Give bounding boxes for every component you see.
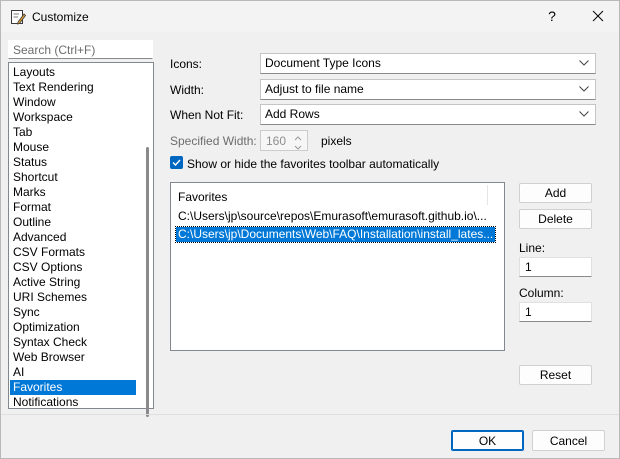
line-input[interactable] [519, 257, 592, 277]
category-item[interactable]: AI [10, 365, 136, 380]
category-item[interactable]: URI Schemes [10, 290, 136, 305]
when-not-fit-label: When Not Fit: [170, 108, 244, 122]
chevron-down-icon [579, 86, 589, 92]
when-not-fit-dropdown[interactable]: Add Rows [260, 104, 596, 125]
category-item[interactable]: Sync [10, 305, 136, 320]
category-item[interactable]: Optimization [10, 320, 136, 335]
cancel-button[interactable]: Cancel [532, 430, 605, 451]
window-title: Customize [32, 10, 89, 24]
category-item[interactable]: Favorites [10, 380, 136, 395]
when-not-fit-dropdown-value: Add Rows [265, 107, 320, 121]
add-button[interactable]: Add [519, 183, 592, 203]
icons-dropdown-value: Document Type Icons [265, 56, 381, 70]
category-item[interactable]: Format [10, 200, 136, 215]
category-item[interactable]: Notifications [10, 395, 136, 410]
category-item[interactable]: Tab [10, 125, 136, 140]
spin-up-button[interactable] [291, 132, 305, 141]
pixels-label: pixels [321, 134, 352, 148]
favorites-list[interactable]: Favorites C:\Users\jp\source\repos\Emura… [170, 182, 505, 351]
auto-toolbar-label[interactable]: Show or hide the favorites toolbar autom… [187, 157, 439, 171]
list-scrollbar-thumb[interactable] [146, 147, 149, 417]
specified-width-input[interactable] [261, 131, 289, 150]
category-item[interactable]: CSV Formats [10, 245, 136, 260]
category-item[interactable]: Workspace [10, 110, 136, 125]
category-item[interactable]: Syntax Check [10, 335, 136, 350]
customize-dialog: Customize ? LayoutsText RenderingWindowW… [0, 0, 620, 459]
category-item[interactable]: Web Browser [10, 350, 136, 365]
favorite-row-selected[interactable]: C:\Users\jp\Documents\Web\FAQ\Installati… [174, 226, 497, 243]
reset-button[interactable]: Reset [519, 365, 592, 385]
close-button[interactable] [579, 1, 619, 32]
chevron-down-icon [579, 60, 589, 66]
document-pen-icon [10, 9, 27, 25]
column-input[interactable] [519, 302, 592, 322]
spin-down-button[interactable] [291, 141, 305, 150]
category-item[interactable]: Window [10, 95, 136, 110]
footer-divider [1, 414, 619, 415]
category-item[interactable]: Marks [10, 185, 136, 200]
specified-width-label: Specified Width: [170, 134, 257, 148]
delete-button[interactable]: Delete [519, 209, 592, 229]
caret-down-icon [294, 145, 302, 150]
category-list[interactable]: Layouts Text Rendering Window Workspace Tab M… [8, 62, 154, 417]
search-input[interactable] [8, 40, 153, 59]
width-label: Width: [170, 83, 205, 97]
category-item[interactable]: Active String [10, 275, 136, 290]
width-dropdown[interactable]: Adjust to file name [260, 79, 596, 100]
help-button[interactable]: ? [539, 1, 565, 32]
chevron-down-icon [579, 111, 589, 117]
checkmark-icon [172, 159, 181, 167]
category-item[interactable]: Text Rendering [10, 80, 136, 95]
category-item[interactable]: Outline [10, 215, 136, 230]
category-item[interactable]: Shortcut [10, 170, 136, 185]
close-icon [592, 10, 604, 22]
icons-dropdown[interactable]: Document Type Icons [260, 53, 596, 74]
category-item[interactable]: Status [10, 155, 136, 170]
icons-label: Icons: [170, 57, 203, 71]
category-item[interactable]: Mouse [10, 140, 136, 155]
column-label: Column: [519, 286, 564, 300]
favorite-row[interactable]: C:\Users\jp\source\repos\Emurasoft\emura… [176, 209, 489, 224]
favorites-column-header[interactable]: Favorites [178, 190, 227, 204]
title-bar[interactable]: Customize ? [1, 1, 619, 32]
specified-width-spinner[interactable] [260, 130, 308, 151]
column-divider[interactable] [487, 185, 488, 205]
category-item[interactable]: Advanced [10, 230, 136, 245]
line-label: Line: [519, 241, 546, 255]
auto-toolbar-checkbox[interactable] [170, 156, 183, 169]
width-dropdown-value: Adjust to file name [265, 82, 364, 96]
category-item[interactable]: Layouts [10, 65, 136, 80]
ok-button[interactable]: OK [451, 430, 524, 451]
category-item[interactable]: CSV Options [10, 260, 136, 275]
